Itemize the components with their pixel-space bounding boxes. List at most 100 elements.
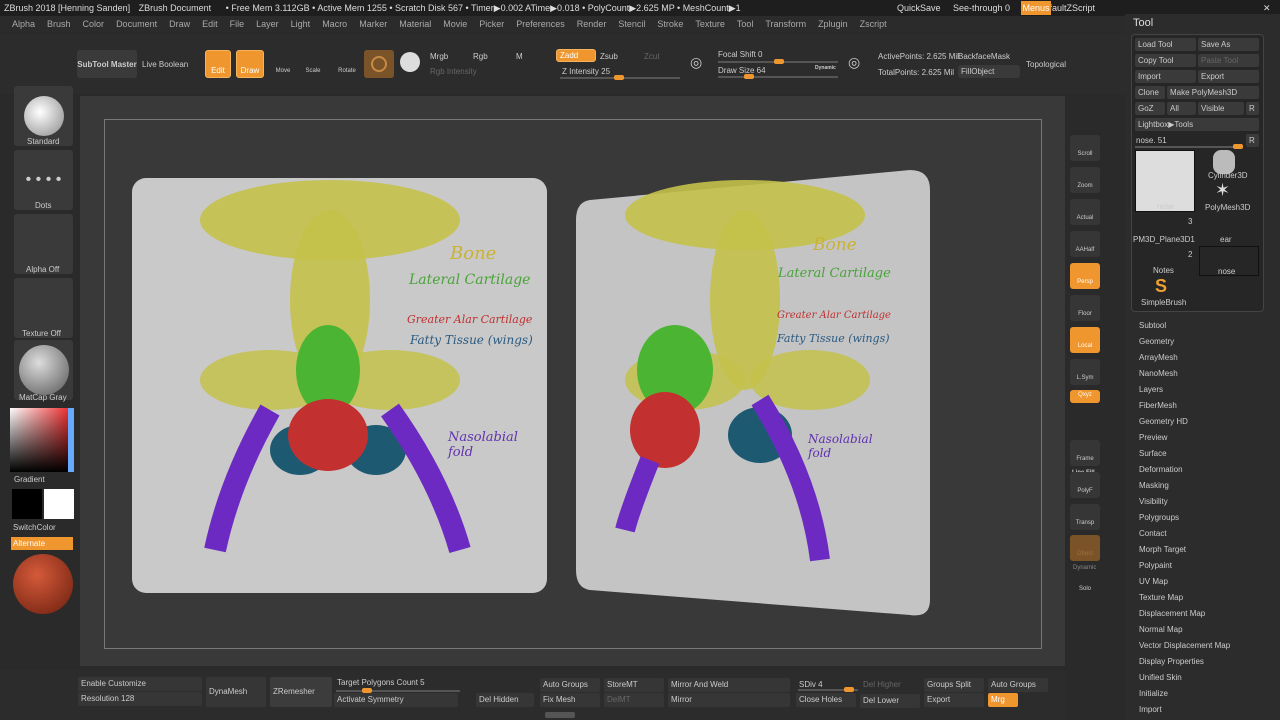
tool-menu-geometry[interactable]: Geometry (1139, 337, 1174, 346)
rgb-button[interactable]: Rgb (473, 52, 488, 61)
visible-button[interactable]: Visible (1198, 102, 1244, 115)
menu-render[interactable]: Render (577, 19, 607, 29)
live-boolean-button[interactable]: Live Boolean (142, 60, 188, 69)
tool-menu-nanomesh[interactable]: NanoMesh (1139, 369, 1178, 378)
tool-thumb-label[interactable]: PM3D_Plane3D1 (1133, 235, 1195, 244)
make-polymesh-button[interactable]: Make PolyMesh3D (1167, 86, 1259, 99)
target-polygons-slider[interactable]: Target Polygons Count 5 (334, 676, 464, 690)
tool-menu-polygroups[interactable]: Polygroups (1139, 513, 1179, 522)
menu-file[interactable]: File (230, 19, 245, 29)
material-button[interactable] (14, 340, 73, 400)
tool-menu-visibility[interactable]: Visibility (1139, 497, 1168, 506)
persp-button[interactable]: Persp (1070, 263, 1100, 289)
tool-thumb-label[interactable]: ear (1220, 235, 1232, 244)
export-button[interactable]: Export (1198, 70, 1259, 83)
gradient-label[interactable]: Gradient (14, 475, 45, 484)
z-intensity-slider[interactable]: Z Intensity 25 (562, 67, 610, 76)
stroke-s-icon[interactable]: ◎ (690, 54, 702, 71)
storemt-button[interactable]: StoreMT (604, 678, 664, 692)
nose-model-render[interactable] (120, 160, 950, 630)
mrg-button[interactable]: Mrg (988, 693, 1018, 707)
rotate-button[interactable]: Rotate (334, 50, 360, 78)
tool-menu-masking[interactable]: Masking (1139, 481, 1169, 490)
tool-menu-polypaint[interactable]: Polypaint (1139, 561, 1172, 570)
tool-menu-preview[interactable]: Preview (1139, 433, 1167, 442)
tool-menu-displacement-map[interactable]: Displacement Map (1139, 609, 1205, 618)
delmt-button[interactable]: DelMT (604, 693, 664, 707)
tool-thumb-label[interactable]: PolyMesh3D (1205, 203, 1250, 212)
tool-menu-fibermesh[interactable]: FiberMesh (1139, 401, 1177, 410)
local-button[interactable]: Local (1070, 327, 1100, 353)
menu-document[interactable]: Document (116, 19, 157, 29)
tool-menu-import[interactable]: Import (1139, 705, 1162, 714)
primary-color-swatch[interactable] (44, 489, 74, 519)
menu-brush[interactable]: Brush (47, 19, 71, 29)
floor-button[interactable]: Floor (1070, 295, 1100, 321)
tool-thumb-label[interactable]: SimpleBrush (1141, 298, 1186, 307)
auto-groups-button-2[interactable]: Auto Groups (988, 678, 1048, 692)
secondary-color-swatch[interactable] (12, 489, 42, 519)
goz-button[interactable]: GoZ (1135, 102, 1165, 115)
zremesher-button[interactable]: ZRemesher (270, 677, 332, 707)
solo-button[interactable]: Solo (1070, 570, 1100, 596)
stroke-d-icon[interactable]: ◎ (848, 54, 860, 71)
tool-thumb-label[interactable]: Cylinder3D (1208, 171, 1248, 180)
current-tool-slider[interactable]: nose. 51 (1136, 136, 1167, 145)
shelf-toggle-handle[interactable] (545, 712, 575, 718)
zsub-button[interactable]: Zsub (600, 52, 618, 61)
all-button[interactable]: All (1167, 102, 1196, 115)
frame-button[interactable]: Frame (1070, 440, 1100, 466)
polyframe-icon[interactable] (364, 50, 394, 78)
close-holes-button[interactable]: Close Holes (796, 693, 856, 707)
red-material-sphere[interactable] (13, 554, 73, 614)
menu-transform[interactable]: Transform (765, 19, 806, 29)
polyf-button[interactable]: PolyF (1070, 472, 1100, 498)
r-button[interactable]: R (1246, 102, 1259, 115)
zadd-button[interactable]: Zadd (556, 49, 596, 62)
del-higher-button[interactable]: Del Higher (860, 678, 920, 692)
menu-zscript[interactable]: Zscript (860, 19, 887, 29)
menu-texture[interactable]: Texture (695, 19, 725, 29)
load-tool-button[interactable]: Load Tool (1135, 38, 1196, 51)
menu-light[interactable]: Light (291, 19, 311, 29)
tool-menu-surface[interactable]: Surface (1139, 449, 1167, 458)
color-picker[interactable] (10, 408, 74, 472)
ghost-button[interactable]: Ghost (1070, 535, 1100, 561)
zcut-button[interactable]: Zcut (644, 52, 660, 61)
scale-button[interactable]: Scale (300, 50, 326, 78)
qxyz-button[interactable]: Qxyz (1070, 390, 1100, 403)
menus-toggle[interactable]: Menus (1021, 1, 1051, 15)
simplebrush-icon[interactable]: S (1155, 276, 1167, 297)
tool-menu-geometry-hd[interactable]: Geometry HD (1139, 417, 1188, 426)
draw-button[interactable]: Draw (236, 50, 264, 78)
transp-button[interactable]: Transp (1070, 504, 1100, 530)
tool-menu-morph-target[interactable]: Morph Target (1139, 545, 1186, 554)
tool-menu-normal-map[interactable]: Normal Map (1139, 625, 1183, 634)
tool-menu-vector-displacement-map[interactable]: Vector Displacement Map (1139, 641, 1230, 650)
menu-picker[interactable]: Picker (479, 19, 504, 29)
menu-movie[interactable]: Movie (443, 19, 467, 29)
zoom-button[interactable]: Zoom (1070, 167, 1100, 193)
draw-size-slider[interactable]: Draw Size 64 (718, 66, 766, 75)
fill-object-button[interactable]: FillObject (958, 65, 1020, 78)
menu-alpha[interactable]: Alpha (12, 19, 35, 29)
alternate-button[interactable]: Alternate (11, 537, 73, 550)
fix-mesh-button[interactable]: Fix Mesh (540, 693, 600, 707)
scroll-button[interactable]: Scroll (1070, 135, 1100, 161)
tool-menu-layers[interactable]: Layers (1139, 385, 1163, 394)
copy-tool-button[interactable]: Copy Tool (1135, 54, 1196, 67)
del-hidden-button[interactable]: Del Hidden (476, 693, 534, 707)
lsym-button[interactable]: L.Sym (1070, 359, 1100, 385)
paste-tool-button[interactable]: Paste Tool (1198, 54, 1259, 67)
menu-zplugin[interactable]: Zplugin (818, 19, 848, 29)
edit-button[interactable]: Edit (205, 50, 231, 78)
tool-menu-initialize[interactable]: Initialize (1139, 689, 1168, 698)
menu-draw[interactable]: Draw (169, 19, 190, 29)
switch-color-button[interactable]: SwitchColor (13, 523, 56, 532)
tool-menu-display-properties[interactable]: Display Properties (1139, 657, 1204, 666)
del-lower-button[interactable]: Del Lower (860, 694, 920, 708)
lightbox-tools-button[interactable]: Lightbox▶Tools (1135, 118, 1259, 131)
see-through-slider[interactable]: See-through 0 (953, 0, 1010, 16)
backface-mask-button[interactable]: BackfaceMask (958, 52, 1010, 61)
menu-macro[interactable]: Macro (322, 19, 347, 29)
